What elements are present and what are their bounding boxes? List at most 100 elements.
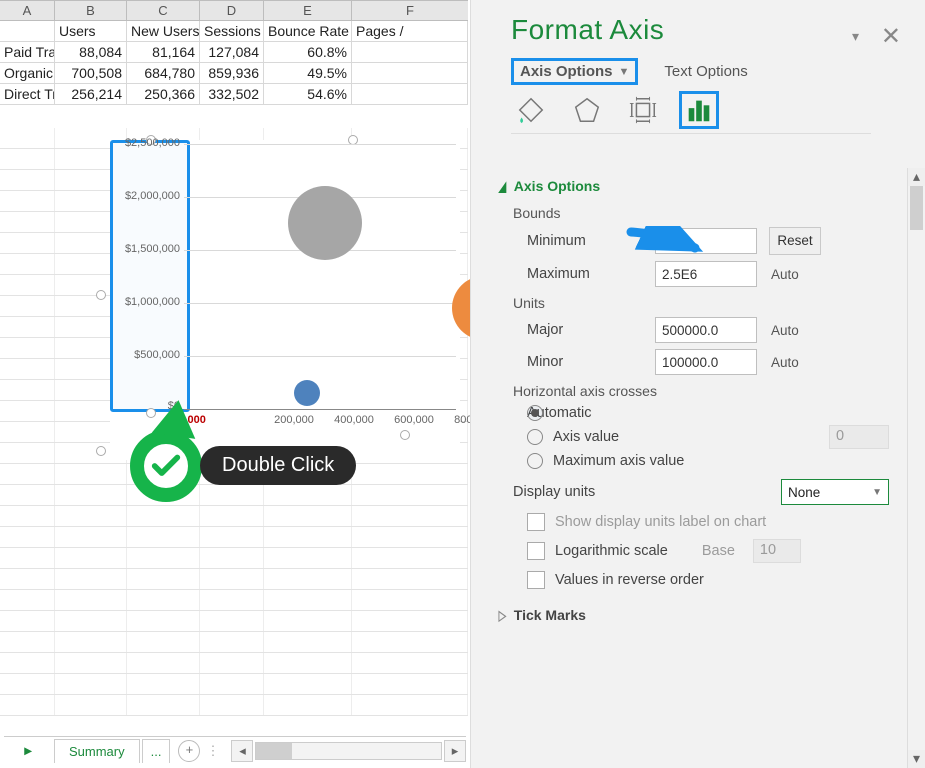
radio-axis-value[interactable]: Axis value0 xyxy=(527,425,907,449)
panel-title: Format Axis xyxy=(511,14,925,46)
scroll-thumb[interactable] xyxy=(256,743,292,759)
display-units-label: Display units xyxy=(513,484,595,500)
colhead-d[interactable]: D xyxy=(200,1,264,20)
cell[interactable]: Bounce Rate xyxy=(264,21,352,41)
scroll-thumb[interactable] xyxy=(910,186,923,230)
cell[interactable]: 859,936 xyxy=(200,63,264,83)
panel-dropdown-icon[interactable]: ▾ xyxy=(852,28,859,45)
scroll-down-button[interactable]: ▾ xyxy=(908,750,925,768)
cell[interactable] xyxy=(0,21,55,41)
cell[interactable] xyxy=(352,63,468,83)
cell[interactable]: New Users xyxy=(127,21,200,41)
cell[interactable]: 332,502 xyxy=(200,84,264,104)
bubble-paid[interactable] xyxy=(294,380,320,406)
format-icon-row xyxy=(511,91,871,134)
section-axis-options[interactable]: ◢Axis Options xyxy=(497,178,907,195)
display-units-dropdown[interactable]: None▼ xyxy=(781,479,889,505)
colhead-e[interactable]: E xyxy=(264,1,352,20)
bounds-label: Bounds xyxy=(513,205,907,221)
radio-dot-icon xyxy=(527,453,543,469)
chart-handle[interactable] xyxy=(400,430,410,440)
callout-label: Double Click xyxy=(200,446,356,485)
add-sheet-button[interactable]: + xyxy=(178,740,200,762)
axis-selection[interactable] xyxy=(110,140,190,412)
cell[interactable]: 49.5% xyxy=(264,63,352,83)
cell[interactable] xyxy=(352,84,468,104)
y-tick-label: $500,000 xyxy=(110,349,180,361)
tab-summary[interactable]: Summary xyxy=(54,739,140,763)
cell[interactable]: 54.6% xyxy=(264,84,352,104)
cell[interactable]: 256,214 xyxy=(55,84,127,104)
colhead-b[interactable]: B xyxy=(55,1,127,20)
checkbox-icon xyxy=(527,513,545,531)
tab-divider: ⋮ xyxy=(206,743,219,759)
y-tick-label: $1,500,000 xyxy=(110,243,180,255)
base-label: Base xyxy=(702,543,735,559)
minor-input[interactable] xyxy=(655,349,757,375)
chart-handle[interactable] xyxy=(96,446,106,456)
reset-button[interactable]: Reset xyxy=(769,227,821,255)
cell[interactable]: 684,780 xyxy=(127,63,200,83)
format-axis-panel: Format Axis ▾ ✕ Axis Options ▼ Text Opti… xyxy=(470,0,925,768)
cell[interactable]: Paid Traffic xyxy=(0,42,55,62)
minor-label: Minor xyxy=(527,354,655,370)
minimum-label: Minimum xyxy=(527,233,655,249)
colhead-f[interactable]: F xyxy=(352,1,468,20)
tab-nav-prev[interactable]: ▸ xyxy=(4,742,52,759)
cell[interactable]: 88,084 xyxy=(55,42,127,62)
scroll-up-button[interactable]: ▴ xyxy=(908,168,925,186)
cell[interactable]: Organic Traffic xyxy=(0,63,55,83)
horizontal-scrollbar[interactable]: ◂ ▸ xyxy=(231,740,466,762)
radio-dot-icon xyxy=(527,405,543,421)
cell[interactable]: Pages / xyxy=(352,21,468,41)
selection-handle[interactable] xyxy=(96,290,106,300)
tab-more[interactable]: ... xyxy=(142,739,171,763)
effects-icon[interactable] xyxy=(567,91,607,129)
base-input: 10 xyxy=(753,539,801,563)
log-scale-checkbox[interactable]: Logarithmic scale Base 10 xyxy=(527,539,907,563)
x-tick-label: 200,000 xyxy=(264,414,324,426)
double-click-callout: Double Click xyxy=(130,430,202,502)
scroll-track[interactable] xyxy=(255,742,442,760)
panel-scrollbar[interactable]: ▴ ▾ xyxy=(907,168,925,768)
size-icon[interactable] xyxy=(623,91,663,129)
cell[interactable]: Direct Traffic xyxy=(0,84,55,104)
reverse-order-checkbox[interactable]: Values in reverse order xyxy=(527,571,907,589)
cell[interactable]: 81,164 xyxy=(127,42,200,62)
auto-label: Auto xyxy=(771,323,823,338)
colhead-a[interactable]: A xyxy=(0,1,55,20)
minimum-input[interactable] xyxy=(655,228,757,254)
colhead-c[interactable]: C xyxy=(127,1,200,20)
close-icon[interactable]: ✕ xyxy=(881,22,901,51)
axis-options-tab[interactable]: Axis Options ▼ xyxy=(511,58,638,85)
cell[interactable]: 127,084 xyxy=(200,42,264,62)
cell[interactable] xyxy=(352,42,468,62)
axis-value-input: 0 xyxy=(829,425,889,449)
cell[interactable]: 250,366 xyxy=(127,84,200,104)
radio-maximum-axis-value[interactable]: Maximum axis value xyxy=(527,453,907,469)
y-tick-label: $2,500,000 xyxy=(110,137,180,149)
scroll-track[interactable] xyxy=(908,186,925,750)
scroll-right-button[interactable]: ▸ xyxy=(444,740,466,762)
y-tick-label: $1,000,000 xyxy=(110,296,180,308)
text-options-tab[interactable]: Text Options xyxy=(664,63,747,80)
cell[interactable]: 700,508 xyxy=(55,63,127,83)
cell[interactable]: Sessions xyxy=(200,21,264,41)
major-label: Major xyxy=(527,322,655,338)
y-tick-label: $2,000,000 xyxy=(110,190,180,202)
check-badge xyxy=(130,430,202,502)
major-input[interactable] xyxy=(655,317,757,343)
cell[interactable]: Users xyxy=(55,21,127,41)
axis-chart-icon[interactable] xyxy=(679,91,719,129)
cell[interactable]: 60.8% xyxy=(264,42,352,62)
section-tick-marks[interactable]: ▷Tick Marks xyxy=(497,607,907,624)
chevron-down-icon: ▼ xyxy=(872,487,882,498)
radio-automatic[interactable]: Automatic xyxy=(527,405,907,421)
fill-icon[interactable] xyxy=(511,91,551,129)
maximum-input[interactable] xyxy=(655,261,757,287)
sheet-tabs: ▸ Summary ... + ⋮ ◂ ▸ xyxy=(4,736,466,764)
plot-area[interactable] xyxy=(184,144,456,409)
bubble-direct[interactable] xyxy=(288,186,362,260)
scroll-left-button[interactable]: ◂ xyxy=(231,740,253,762)
x-tick-label: 400,000 xyxy=(324,414,384,426)
